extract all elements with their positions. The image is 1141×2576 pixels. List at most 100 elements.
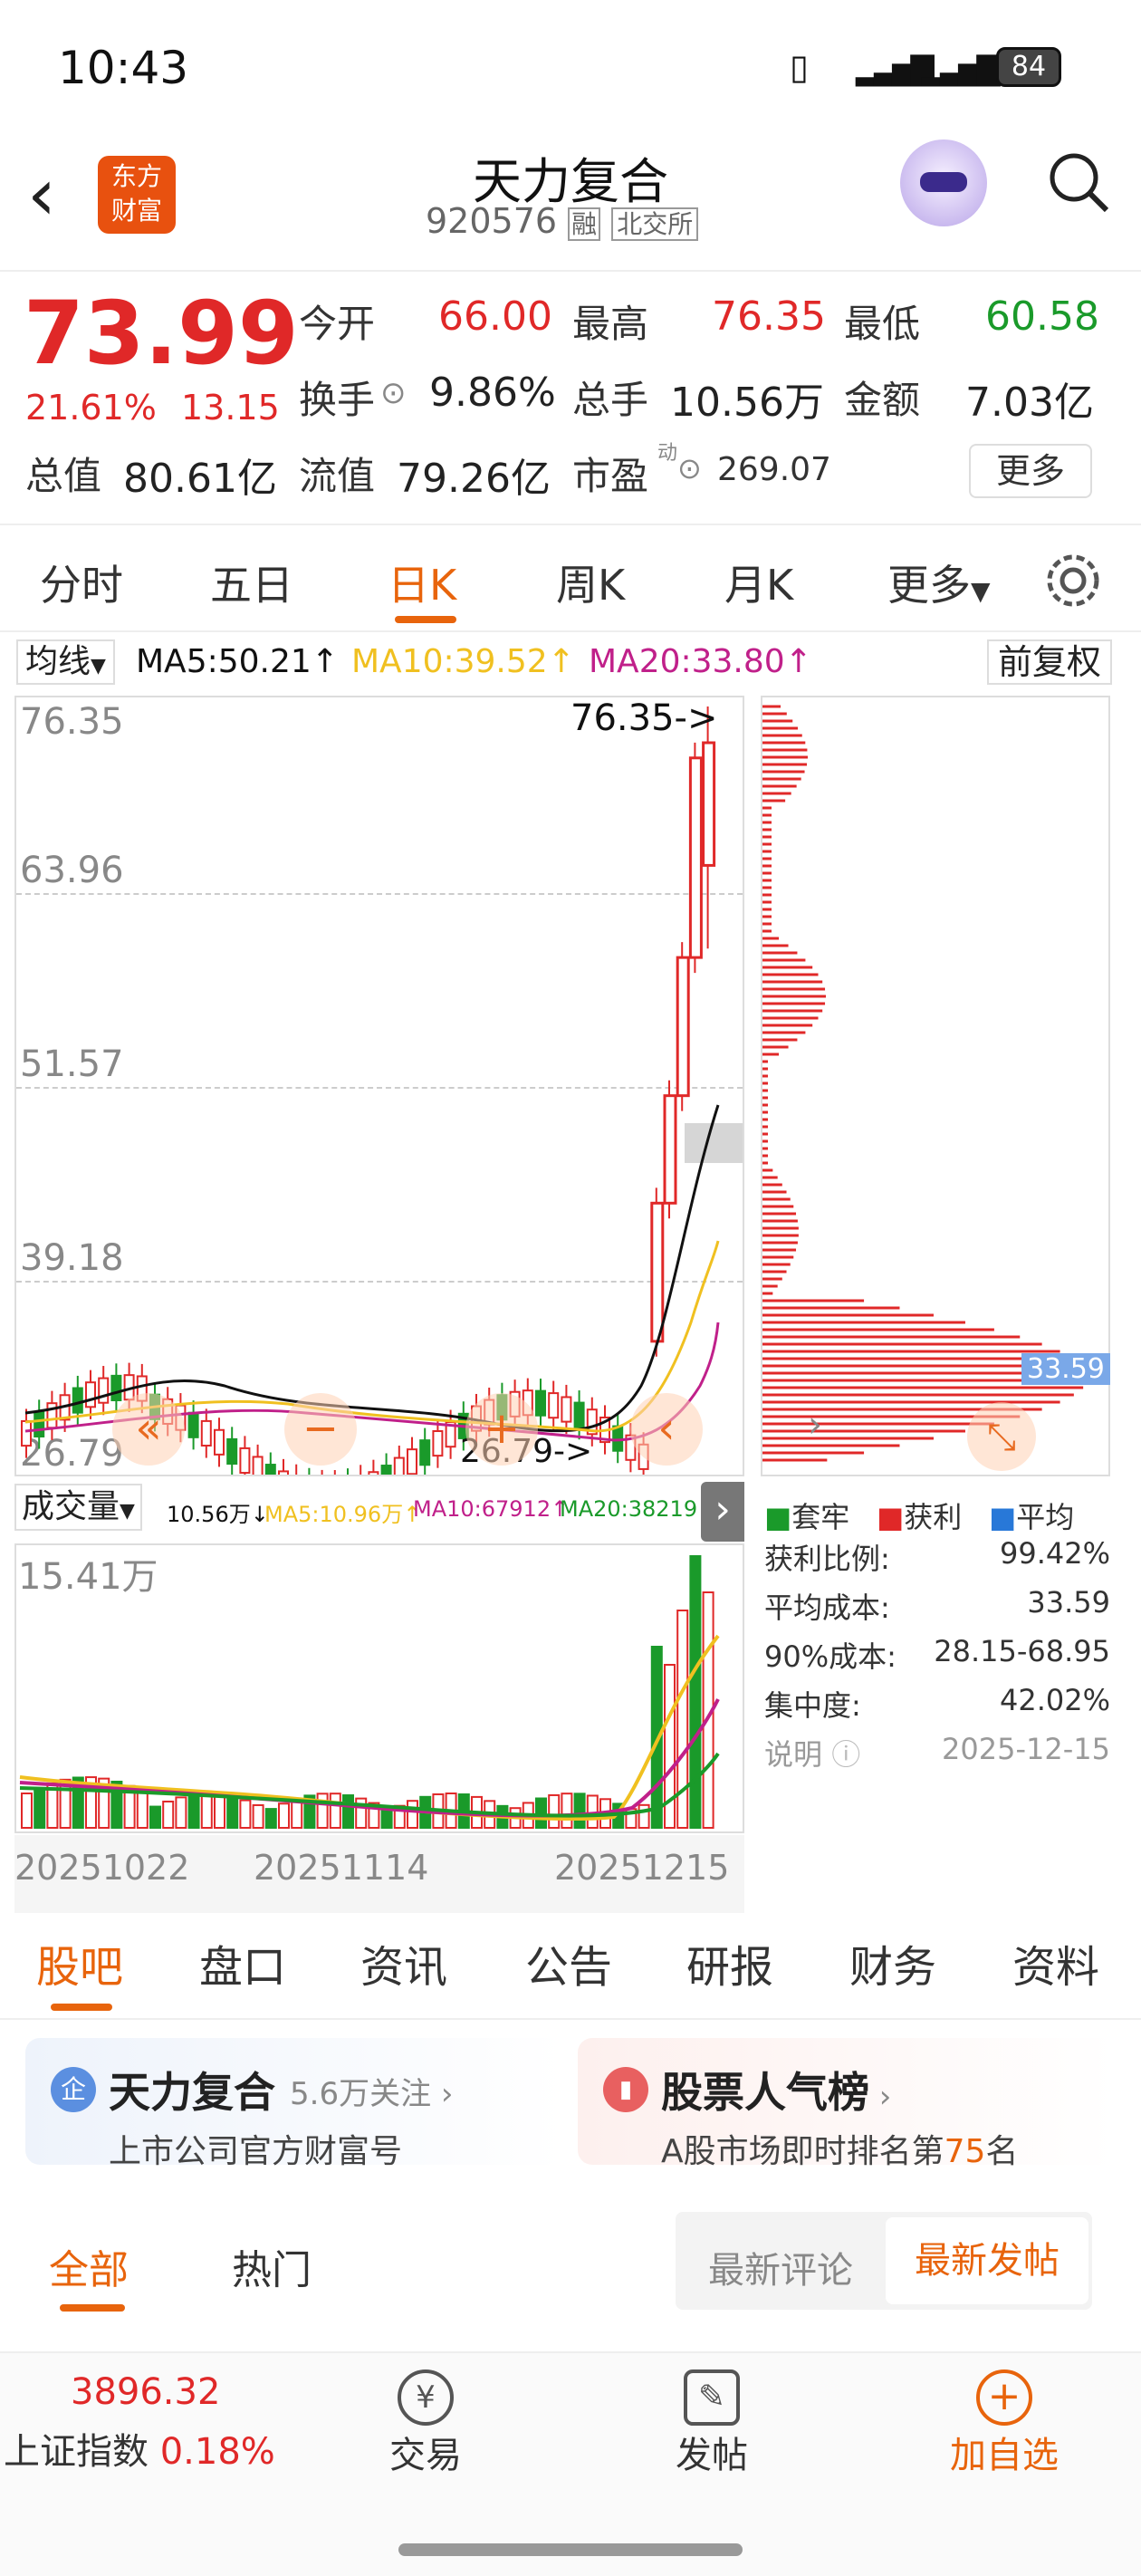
candle [535,1389,546,1417]
popularity-card[interactable]: ▮ 股票人气榜 › A股市场即时排名第75名 [578,2038,1116,2170]
info-icon: ⓘ [822,1737,861,1772]
legend-profit-text: 获利 [904,1500,963,1534]
tab-news[interactable]: 资讯 [360,1931,447,1994]
volume-bar [175,1796,187,1830]
trade-label: 交易 [389,2435,462,2476]
tab-more[interactable]: 更多▼ [887,553,991,612]
vol-ma10-text: MA10:67912 [413,1496,551,1522]
stock-code: 920576 融 北交所 [426,201,699,241]
ma-select[interactable]: 均线▼ [16,639,115,685]
last-price: 73.99 [24,283,299,384]
high-label: 最高 [572,302,649,346]
candle [380,1465,392,1475]
tab-financials[interactable]: 财务 [849,1931,936,1994]
post-label: 发帖 [676,2435,748,2476]
candle [187,1411,199,1438]
volume-bar [226,1795,239,1830]
tab-profile[interactable]: 资料 [1012,1931,1099,1994]
row-value: 2025-12-15 [942,1732,1110,1766]
ma10-text: MA10:39.52 [351,643,548,680]
date-label: 20251022 [14,1848,190,1888]
tab-intraday[interactable]: 分时 [40,553,123,612]
trade-button[interactable]: ¥ 交易 [362,2369,489,2478]
candle [688,756,703,959]
settings-icon[interactable] [1041,549,1105,612]
post-button[interactable]: ✎ 发帖 [648,2369,775,2478]
candle [393,1456,405,1475]
index-name[interactable]: 上证指数 0.18% [4,2422,275,2475]
more-button[interactable]: 更多 [969,444,1092,498]
candle [214,1428,225,1456]
official-account-card[interactable]: 企 天力复合 5.6万关注 › 上市公司官方财富号 [25,2038,563,2170]
tab-orderbook[interactable]: 盘口 [199,1931,286,1994]
card-title: 股票人气榜 › [661,2060,891,2119]
volume-bar [548,1793,561,1829]
pe-info-icon[interactable]: ⊙ [677,451,702,485]
back-icon[interactable]: ‹ [27,152,56,236]
vol-ma20-text: MA20:38219 [560,1496,698,1522]
scroll-right-icon[interactable]: ‹ [630,1393,703,1466]
volume-bar [252,1803,264,1829]
yen-icon: ¥ [398,2369,454,2426]
tab-weekly-k[interactable]: 周K [556,553,625,612]
row-value: 42.02% [999,1683,1110,1717]
tab-research[interactable]: 研报 [686,1931,773,1994]
candle [663,1094,677,1205]
volume-value: 10.56万 [670,380,824,426]
legend-trapped: ■套牢 [764,1500,850,1534]
vol-ma20: MA20:38219↑ [560,1496,715,1522]
app-logo[interactable]: 东方 财富 [98,156,176,234]
candle [548,1392,560,1419]
rank-suffix: 名 [985,2133,1019,2170]
collapse-panel-icon[interactable]: › [701,1482,744,1542]
index-value[interactable]: 3896.32 [71,2371,220,2413]
tab-five-day[interactable]: 五日 [210,553,293,612]
index-pct: 0.18% [159,2431,275,2473]
follow-count: 5.6万关注 › [290,2076,454,2112]
adjust-select[interactable]: 前复权 [987,639,1113,685]
sort-latest-post[interactable]: 最新发帖 [886,2217,1088,2304]
tab-indicator [395,616,456,623]
info-icon[interactable]: ⊙ [380,375,407,411]
candle [85,1381,96,1408]
tab-all[interactable]: 全部 [49,2237,129,2295]
amount-label: 金额 [844,378,921,422]
volume-bar [136,1790,149,1829]
search-icon[interactable] [1043,147,1116,219]
candle [200,1419,212,1447]
zoom-in-icon[interactable]: + [465,1393,538,1466]
row-label: 平均成本: [764,1591,890,1625]
candle [226,1437,238,1466]
scroll-left-icon[interactable]: « [112,1393,185,1466]
add-watchlist-button[interactable]: + 加自选 [936,2369,1072,2478]
code-text: 920576 [426,201,558,241]
tab-daily-k[interactable]: 日K [388,553,456,612]
chip-legend: ■套牢 ■获利 ■平均 获利比例: 99.42% 平均成本: 33.59 90%成本… [761,1482,1110,1862]
tab-forum[interactable]: 股吧 [36,1931,123,1994]
robot-assistant-icon[interactable] [900,139,987,226]
battery-icon: 84 [996,47,1061,87]
candle [21,1419,32,1447]
tab-monthly-k[interactable]: 月K [724,553,793,612]
zoom-out-icon[interactable]: − [284,1393,357,1466]
logo-text-1: 东方 [110,161,162,191]
ma10-value: MA10:39.52↑ [351,643,575,680]
expand-icon[interactable]: › [808,1404,822,1446]
quote-panel: 73.99 21.61% 13.15 今开 66.00 最高 76.35 最低 … [0,272,1141,524]
volume-select[interactable]: 成交量▼ [14,1484,142,1531]
fullscreen-icon[interactable]: ⤡ [967,1402,1036,1471]
note-row[interactable]: 说明 ⓘ 2025-12-15 [764,1732,1110,1773]
legend-average: ■平均 [989,1500,1075,1534]
tab-announcements[interactable]: 公告 [525,1931,612,1994]
sort-latest-comment[interactable]: 最新评论 [708,2241,853,2293]
tab-hot[interactable]: 热门 [232,2237,312,2295]
candle [650,1201,665,1343]
row-value: 28.15-68.95 [934,1634,1110,1668]
legend-trapped-text: 套牢 [791,1500,850,1534]
volume-bar [535,1797,547,1830]
volume-chart[interactable]: 15.41万 [14,1543,744,1833]
kline-chart[interactable]: 76.35 63.96 51.57 39.18 26.79 76.35-> 26… [14,696,744,1476]
volume-bar [200,1793,213,1829]
chip-distribution[interactable]: 33.59 › ⤡ [761,696,1110,1476]
candle [264,1464,276,1475]
